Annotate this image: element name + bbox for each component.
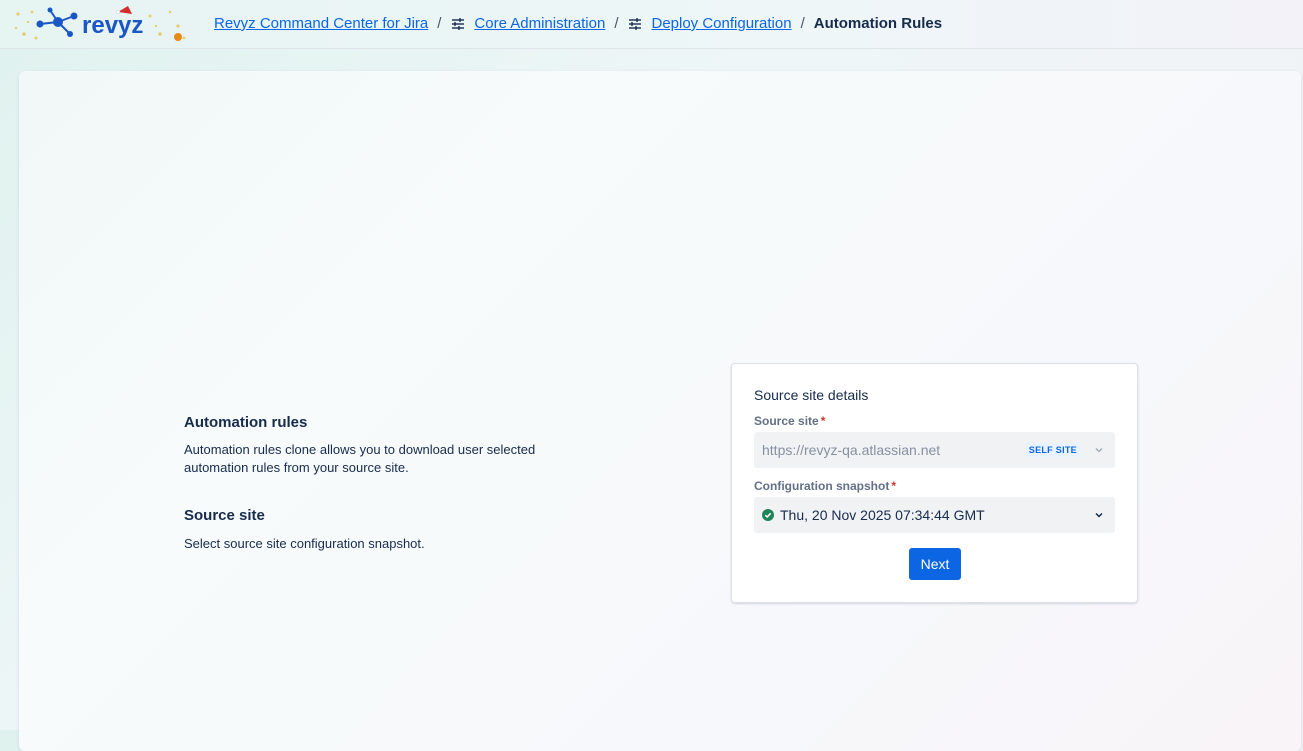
- snapshot-select[interactable]: Thu, 20 Nov 2025 07:34:44 GMT: [754, 497, 1115, 533]
- revyz-logo[interactable]: revyz: [10, 4, 190, 44]
- source-site-label: Source site *: [754, 414, 825, 428]
- breadcrumb-item-command-center[interactable]: Revyz Command Center for Jira: [214, 15, 428, 32]
- breadcrumb-link-command-center[interactable]: Revyz Command Center for Jira: [214, 15, 428, 32]
- snapshot-label: Configuration snapshot *: [754, 479, 896, 493]
- source-site-form: Source site details Source site * https:/…: [731, 363, 1138, 603]
- form-heading: Source site details: [754, 387, 869, 403]
- automation-info-panel: Automation rules Automation rules clone …: [184, 414, 564, 551]
- source-site-label-text: Source site: [754, 414, 819, 428]
- required-marker: *: [891, 479, 896, 493]
- required-marker: *: [820, 414, 826, 428]
- breadcrumb: Revyz Command Center for Jira / Core Adm…: [214, 0, 942, 47]
- source-site-select[interactable]: https://revyz-qa.atlassian.net SELF SITE: [754, 432, 1115, 468]
- snapshot-value: Thu, 20 Nov 2025 07:34:44 GMT: [780, 507, 985, 523]
- source-site-description: Select source site configuration snapsho…: [184, 536, 425, 551]
- breadcrumb-separator: /: [800, 15, 805, 32]
- info-title: Automation rules: [184, 414, 308, 431]
- chevron-down-icon: [1095, 447, 1103, 453]
- breadcrumb-separator: /: [614, 15, 619, 32]
- self-site-badge: SELF SITE: [1024, 443, 1081, 457]
- svg-text:revyz: revyz: [82, 12, 143, 39]
- top-bar: revyz Revyz Command Center for Jira / Co…: [0, 0, 1303, 49]
- breadcrumb-item-core-admin[interactable]: Core Administration: [450, 15, 605, 32]
- sliders-icon: [629, 17, 642, 30]
- snapshot-label-text: Configuration snapshot: [754, 479, 890, 493]
- info-description: Automation rules clone allows you to dow…: [184, 442, 536, 475]
- sliders-icon: [452, 17, 465, 30]
- next-button[interactable]: Next: [909, 548, 961, 580]
- chevron-down-icon: [1095, 512, 1103, 518]
- logo-graphic: revyz: [14, 6, 186, 41]
- source-site-title: Source site: [184, 507, 265, 524]
- breadcrumb-current-page: Automation Rules: [813, 15, 943, 32]
- breadcrumb-link-deploy-config[interactable]: Deploy Configuration: [651, 15, 791, 32]
- success-check-icon: [762, 509, 774, 521]
- breadcrumb-link-core-admin[interactable]: Core Administration: [474, 15, 605, 32]
- source-site-value: https://revyz-qa.atlassian.net: [762, 442, 941, 458]
- breadcrumb-separator: /: [437, 15, 442, 32]
- breadcrumb-item-deploy-config[interactable]: Deploy Configuration: [627, 15, 792, 32]
